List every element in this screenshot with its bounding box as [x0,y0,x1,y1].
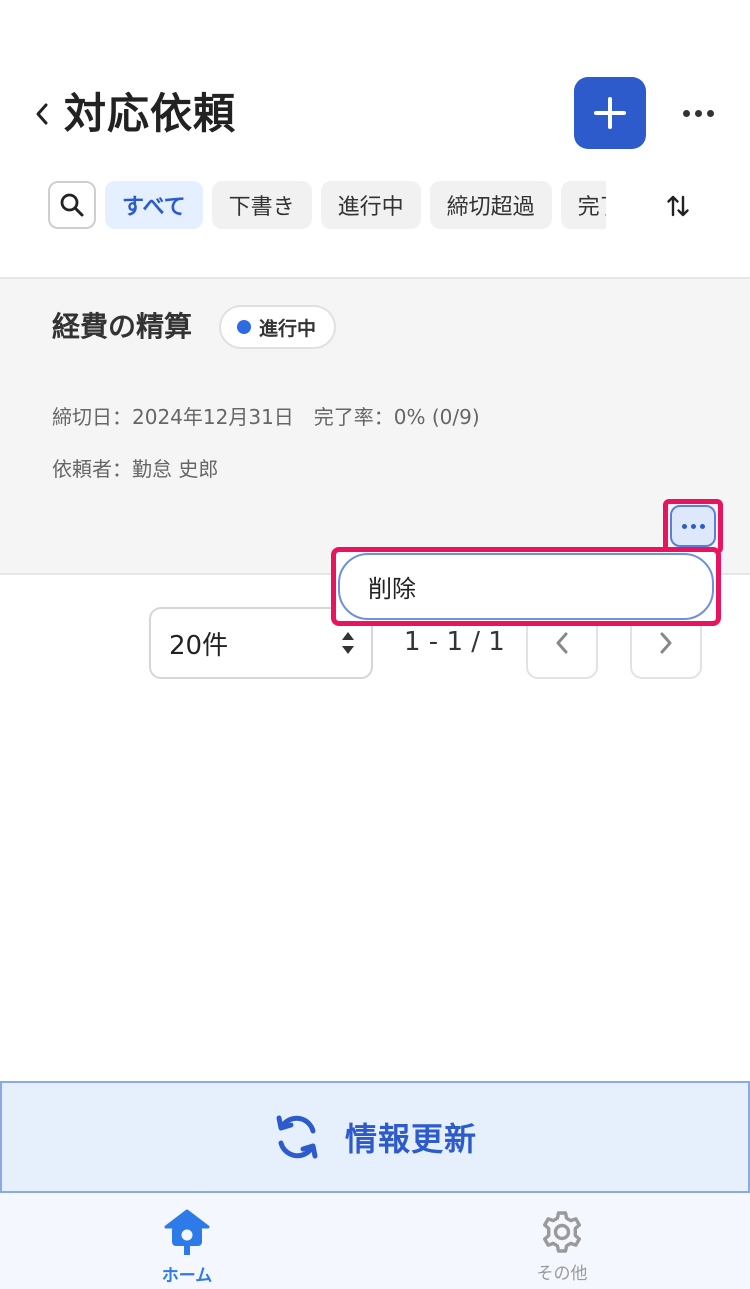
refresh-button[interactable]: 情報更新 [0,1081,750,1193]
bottom-navigation: ホーム その他 [0,1193,750,1289]
card-title: 経費の精算 [52,310,193,343]
filter-chip-in-progress[interactable]: 進行中 [320,181,421,229]
filter-tabs: すべて 下書き 進行中 締切超過 完了 [48,181,606,231]
refresh-label: 情報更新 [344,1120,477,1158]
page-title: 対応依頼 [64,89,237,138]
filter-chip-overdue[interactable]: 締切超過 [429,181,552,229]
search-icon [60,193,84,217]
filter-chip-all[interactable]: すべて [105,181,203,229]
gear-icon [543,1211,581,1253]
ellipsis-icon-dot [690,523,696,529]
deadline-info: 締切日：2024年12月31日 完了率：0% (0/9) [52,405,480,429]
birdhouse-icon [164,1209,210,1255]
nav-home-label: ホーム [161,1266,213,1286]
back-button[interactable] [30,94,54,134]
sort-button[interactable] [660,190,696,222]
per-page-value: 20件 [169,630,229,661]
nav-other[interactable]: その他 [502,1193,622,1289]
ellipsis-icon [682,109,690,117]
ellipsis-icon-dot [706,109,714,117]
delete-menu-item[interactable]: 削除 [338,553,714,620]
ellipsis-icon [681,523,687,529]
sort-icon [667,195,689,217]
filter-chip-draft[interactable]: 下書き [211,181,312,229]
status-text: 進行中 [259,317,317,340]
chevron-right-icon [660,632,672,654]
delete-label: 削除 [368,575,416,603]
chevron-left-icon [36,103,48,125]
status-dot [237,320,251,334]
card-more-button[interactable] [670,505,716,547]
select-arrows-icon [342,632,354,654]
refresh-icon [276,1115,318,1159]
ellipsis-icon-dot [699,523,705,529]
add-button[interactable] [574,77,646,149]
filter-chip-completed[interactable]: 完了 [560,181,606,229]
nav-other-label: その他 [536,1264,588,1284]
status-badge: 進行中 [219,305,337,349]
search-button[interactable] [48,181,96,229]
chevron-left-icon [556,632,568,654]
requester-info: 依頼者：勤怠 史郎 [52,457,219,481]
plus-icon [594,97,626,129]
nav-home[interactable]: ホーム [127,1193,247,1289]
page-range: 1 - 1 / 1 [404,627,505,657]
more-options-button[interactable] [676,98,720,128]
ellipsis-icon-dot [694,109,702,117]
